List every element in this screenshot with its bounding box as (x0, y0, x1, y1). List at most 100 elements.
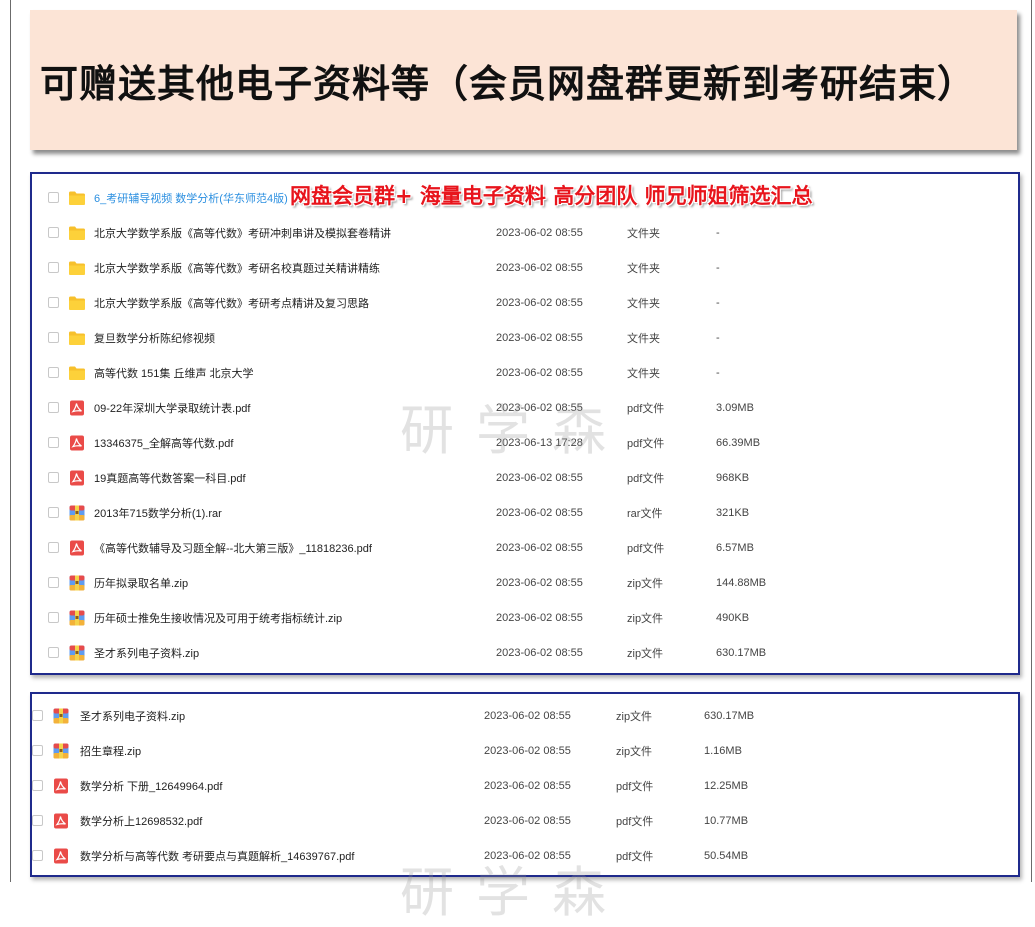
row-checkbox[interactable] (48, 227, 59, 238)
pdf-icon (52, 848, 70, 864)
file-type: pdf文件 (627, 437, 665, 450)
file-row[interactable]: 圣才系列电子资料.zip 2023-06-02 08:55 zip文件 630.17M… (32, 635, 1018, 670)
file-row[interactable]: 北京大学数学系版《高等代数》考研冲刺串讲及模拟套卷精讲 2023-06-02 08… (32, 215, 1018, 250)
folder-icon (68, 365, 86, 381)
file-row[interactable]: 2013年715数学分析(1).rar 2023-06-02 08:55 rar文件… (32, 495, 1018, 530)
file-name[interactable]: 历年硕士推免生接收情况及可用于统考指标统计.zip (94, 610, 342, 626)
file-row[interactable]: 数学分析 下册_12649964.pdf 2023-06-02 08:55 pdf文… (32, 768, 1018, 803)
file-size: 630.17MB (704, 709, 755, 722)
file-type: pdf文件 (616, 815, 654, 828)
file-name[interactable]: 2013年715数学分析(1).rar (94, 505, 222, 521)
pdf-icon (68, 540, 86, 556)
file-row[interactable]: 招生章程.zip 2023-06-02 08:55 zip文件 1.16MB (32, 733, 1018, 768)
row-checkbox[interactable] (48, 647, 59, 658)
file-name[interactable]: 圣才系列电子资料.zip (94, 645, 199, 661)
row-checkbox[interactable] (48, 437, 59, 448)
file-row[interactable]: 数学分析与高等代数 考研要点与真题解析_14639767.pdf 2023-06-… (32, 838, 1018, 873)
modified-date: 2023-06-02 08:55 (496, 471, 583, 484)
file-row[interactable]: 09-22年深圳大学录取统计表.pdf 2023-06-02 08:55 pdf文件… (32, 390, 1018, 425)
row-checkbox[interactable] (48, 262, 59, 273)
modified-date: 2023-06-02 08:55 (496, 366, 583, 379)
file-size: 66.39MB (716, 436, 761, 449)
file-name[interactable]: 圣才系列电子资料.zip (80, 708, 185, 724)
folder-icon (68, 190, 86, 206)
modified-date: 2023-06-02 08:55 (496, 646, 583, 659)
file-size: 630.17MB (716, 646, 767, 659)
folder-icon (68, 295, 86, 311)
modified-date: 2023-06-02 08:55 (484, 744, 571, 757)
file-size: - (716, 226, 720, 239)
row-checkbox[interactable] (48, 192, 59, 203)
file-row[interactable]: 13346375_全解高等代数.pdf 2023-06-13 17:28 pdf文件… (32, 425, 1018, 460)
file-name[interactable]: 北京大学数学系版《高等代数》考研考点精讲及复习思路 (94, 295, 369, 311)
file-name[interactable]: 历年拟录取名单.zip (94, 575, 188, 591)
banner-title: 可赠送其他电子资料等（会员网盘群更新到考研结束） (40, 60, 977, 106)
file-row[interactable]: 高等代数 151集 丘维声 北京大学 2023-06-02 08:55 文件夹 - (32, 355, 1018, 390)
file-type: zip文件 (616, 745, 653, 758)
row-checkbox[interactable] (32, 850, 43, 861)
file-type: zip文件 (616, 710, 653, 723)
folder-icon (68, 260, 86, 276)
zip-icon (68, 575, 86, 591)
file-size: 1.16MB (704, 744, 742, 757)
zip-icon (68, 610, 86, 626)
file-row[interactable]: 复旦数学分析陈纪修视频 2023-06-02 08:55 文件夹 - (32, 320, 1018, 355)
row-checkbox[interactable] (48, 367, 59, 378)
file-size: 968KB (716, 471, 750, 484)
row-checkbox[interactable] (48, 332, 59, 343)
modified-date: 2023-06-02 08:55 (496, 401, 583, 414)
file-row[interactable]: 《高等代数辅导及习题全解--北大第三版》_11818236.pdf 2023-06… (32, 530, 1018, 565)
file-name[interactable]: 数学分析上12698532.pdf (80, 813, 202, 829)
pdf-icon (68, 400, 86, 416)
file-type: pdf文件 (627, 472, 665, 485)
row-checkbox[interactable] (32, 745, 43, 756)
file-name[interactable]: 数学分析与高等代数 考研要点与真题解析_14639767.pdf (80, 848, 354, 864)
modified-date: 2023-06-02 08:55 (496, 296, 583, 309)
file-row[interactable]: 19真题高等代数答案一科目.pdf 2023-06-02 08:55 pdf文件 96… (32, 460, 1018, 495)
file-size: 6.57MB (716, 541, 754, 554)
file-type: 文件夹 (627, 367, 660, 380)
file-size: 10.77MB (704, 814, 749, 827)
zip-icon (52, 708, 70, 724)
file-row[interactable]: 北京大学数学系版《高等代数》考研名校真题过关精讲精练 2023-06-02 08:… (32, 250, 1018, 285)
file-row[interactable]: 历年硕士推免生接收情况及可用于统考指标统计.zip 2023-06-02 08:5… (32, 600, 1018, 635)
file-name[interactable]: 复旦数学分析陈纪修视频 (94, 330, 215, 346)
file-name[interactable]: 北京大学数学系版《高等代数》考研名校真题过关精讲精练 (94, 260, 380, 276)
file-type: rar文件 (627, 507, 663, 520)
file-type: pdf文件 (616, 780, 654, 793)
file-type: pdf文件 (616, 850, 654, 863)
row-checkbox[interactable] (32, 780, 43, 791)
row-checkbox[interactable] (48, 612, 59, 623)
file-name[interactable]: 高等代数 151集 丘维声 北京大学 (94, 365, 254, 381)
file-name[interactable]: 13346375_全解高等代数.pdf (94, 435, 233, 451)
file-name[interactable]: 09-22年深圳大学录取统计表.pdf (94, 400, 250, 416)
file-name[interactable]: 北京大学数学系版《高等代数》考研冲刺串讲及模拟套卷精讲 (94, 225, 391, 241)
file-name[interactable]: 招生章程.zip (80, 743, 141, 759)
file-row[interactable]: 北京大学数学系版《高等代数》考研考点精讲及复习思路 2023-06-02 08:5… (32, 285, 1018, 320)
row-checkbox[interactable] (48, 577, 59, 588)
file-type: 文件夹 (627, 262, 660, 275)
row-checkbox[interactable] (32, 815, 43, 826)
row-checkbox[interactable] (48, 542, 59, 553)
modified-date: 2023-06-02 08:55 (484, 709, 571, 722)
file-name[interactable]: 数学分析 下册_12649964.pdf (80, 778, 222, 794)
file-row[interactable]: 圣才系列电子资料.zip 2023-06-02 08:55 zip文件 630.17M… (32, 698, 1018, 733)
file-name[interactable]: 19真题高等代数答案一科目.pdf (94, 470, 246, 486)
file-type: pdf文件 (627, 402, 665, 415)
file-row[interactable]: 历年拟录取名单.zip 2023-06-02 08:55 zip文件 144.88MB (32, 565, 1018, 600)
file-row[interactable]: 数学分析上12698532.pdf 2023-06-02 08:55 pdf文件 10… (32, 803, 1018, 838)
modified-date: 2023-06-02 08:55 (496, 611, 583, 624)
row-checkbox[interactable] (32, 710, 43, 721)
row-checkbox[interactable] (48, 507, 59, 518)
file-type: 文件夹 (627, 227, 660, 240)
file-name[interactable]: 6_考研辅导视频 数学分析(华东师范4版) 网 (94, 190, 302, 206)
file-size: 490KB (716, 611, 750, 624)
modified-date: 2023-06-13 17:28 (496, 436, 583, 449)
file-list-panel-2: 圣才系列电子资料.zip 2023-06-02 08:55 zip文件 630.17M… (30, 692, 1020, 877)
row-checkbox[interactable] (48, 402, 59, 413)
file-name[interactable]: 《高等代数辅导及习题全解--北大第三版》_11818236.pdf (94, 540, 372, 556)
file-size: 321KB (716, 506, 750, 519)
row-checkbox[interactable] (48, 472, 59, 483)
file-type: 文件夹 (627, 332, 660, 345)
row-checkbox[interactable] (48, 297, 59, 308)
